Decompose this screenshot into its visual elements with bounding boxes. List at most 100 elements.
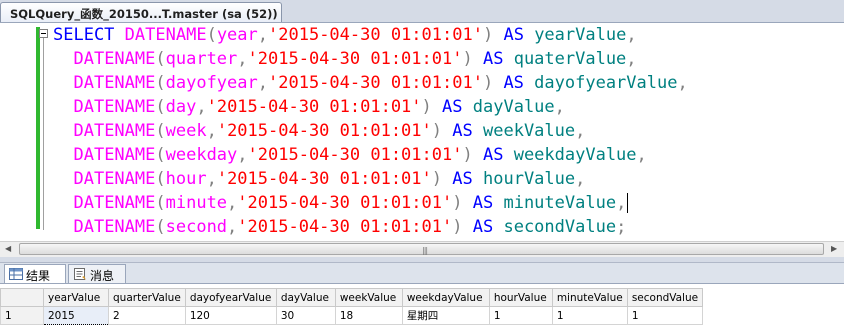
- column-header-hourvalue[interactable]: hourValue: [488, 288, 553, 307]
- comma: ,: [237, 145, 248, 165]
- line-end: ;: [616, 217, 627, 237]
- column-header-minutevalue[interactable]: minuteValue: [551, 288, 628, 307]
- paren-open: (: [155, 193, 166, 213]
- ssms-window: SQLQuery_函数_20150...T.master (sa (52)) S…: [0, 0, 844, 328]
- column-header-dayofyearvalue[interactable]: dayofyearValue: [184, 288, 277, 307]
- grid-cell-dayofyearvalue[interactable]: 120: [184, 306, 277, 325]
- line-end: ,: [616, 193, 627, 213]
- function-name: DATENAME: [73, 217, 156, 237]
- grid-cell-dayvalue[interactable]: 30: [275, 306, 336, 325]
- code-line-1: SELECT DATENAME(year,'2015-04-30 01:01:0…: [53, 23, 637, 47]
- column-alias: dayofyearValue: [534, 73, 678, 93]
- string-literal: '2015-04-30 01:01:01': [216, 169, 432, 189]
- messages-icon: [74, 268, 86, 280]
- row-number[interactable]: 1: [0, 306, 44, 325]
- results-grid-icon: [9, 268, 23, 280]
- grid-cell-yearvalue[interactable]: 2015: [43, 306, 109, 325]
- grid-cell-weekvalue[interactable]: 18: [334, 306, 403, 325]
- tab-results[interactable]: 结果: [4, 264, 66, 283]
- column-header-yearvalue[interactable]: yearValue: [43, 288, 109, 307]
- line-end: ,: [554, 97, 565, 117]
- tab-messages[interactable]: 消息: [68, 264, 126, 283]
- line-end: ,: [636, 145, 647, 165]
- datepart: day: [165, 97, 197, 117]
- datepart: minute: [165, 193, 228, 213]
- line-end: ,: [575, 121, 586, 141]
- code-line-9: DATENAME(second,'2015-04-30 01:01:01') A…: [53, 215, 626, 239]
- datepart: hour: [165, 169, 207, 189]
- paren-open: (: [155, 121, 166, 141]
- paren-open: (: [155, 97, 166, 117]
- paren-close: ): [462, 49, 473, 69]
- column-header-weekdayvalue[interactable]: weekdayValue: [401, 288, 490, 307]
- function-name: DATENAME: [124, 25, 207, 45]
- column-header-weekvalue[interactable]: weekValue: [334, 288, 403, 307]
- keyword-as: AS: [472, 217, 494, 237]
- column-alias: yearValue: [534, 25, 627, 45]
- function-name: DATENAME: [73, 145, 156, 165]
- keyword-as: AS: [503, 25, 524, 45]
- function-name: DATENAME: [73, 73, 156, 93]
- tab-results-label: 结果: [26, 269, 51, 283]
- scrollbar-thumb[interactable]: |||: [19, 243, 824, 255]
- column-alias: hourValue: [483, 169, 576, 189]
- scroll-right-arrow-icon[interactable]: ▶: [831, 244, 837, 253]
- comma: ,: [227, 193, 238, 213]
- grid-cell-quartervalue[interactable]: 2: [108, 306, 186, 325]
- code-line-6: DATENAME(weekday,'2015-04-30 01:01:01') …: [53, 143, 647, 167]
- datepart: week: [165, 121, 207, 141]
- code-line-2: DATENAME(quarter,'2015-04-30 01:01:01') …: [53, 47, 637, 71]
- paren-close: ): [482, 73, 494, 93]
- keyword-select: SELECT: [53, 25, 115, 45]
- datepart: weekday: [165, 145, 238, 165]
- results-grid-pane: yearValue quarterValue dayofyearValue da…: [0, 283, 844, 328]
- function-name: DATENAME: [73, 169, 156, 189]
- editor-horizontal-scrollbar[interactable]: ◀ ||| ▶: [0, 241, 844, 257]
- line-end: ,: [626, 25, 637, 45]
- line-end: ,: [677, 73, 688, 93]
- code-line-4: DATENAME(day,'2015-04-30 01:01:01') AS d…: [53, 95, 565, 119]
- line-end: ,: [626, 49, 637, 69]
- paren-close: ): [482, 25, 494, 45]
- change-tracking-bar: [36, 27, 40, 229]
- string-literal: '2015-04-30 01:01:01': [216, 121, 432, 141]
- column-alias: minuteValue: [503, 193, 617, 213]
- grid-cell-minutevalue[interactable]: 1: [551, 306, 628, 325]
- table-row[interactable]: 1 2015 2 120 30 18 星期四 1 1 1: [0, 306, 704, 325]
- query-document-tab-title: SQLQuery_函数_20150...T.master (sa (52)): [10, 7, 278, 21]
- query-document-tab[interactable]: SQLQuery_函数_20150...T.master (sa (52)): [0, 2, 282, 22]
- paren-open: (: [155, 169, 166, 189]
- code-line-8: DATENAME(minute,'2015-04-30 01:01:01') A…: [53, 191, 629, 215]
- grid-cell-hourvalue[interactable]: 1: [488, 306, 553, 325]
- string-literal: '2015-04-30 01:01:01': [247, 49, 463, 69]
- sql-editor[interactable]: SELECT DATENAME(year,'2015-04-30 01:01:0…: [0, 23, 844, 241]
- string-literal: '2015-04-30 01:01:01': [206, 97, 422, 117]
- text-caret: [627, 193, 629, 213]
- keyword-as: AS: [503, 73, 524, 93]
- column-alias: dayValue: [472, 97, 555, 117]
- results-grid[interactable]: yearValue quarterValue dayofyearValue da…: [0, 288, 704, 325]
- comma: ,: [227, 217, 238, 237]
- grid-cell-secondvalue[interactable]: 1: [626, 306, 704, 325]
- keyword-as: AS: [482, 145, 504, 165]
- keyword-as: AS: [472, 193, 494, 213]
- datepart: dayofyear: [165, 73, 258, 93]
- paren-open: (: [155, 49, 166, 69]
- datepart: year: [216, 25, 258, 45]
- string-literal: '2015-04-30 01:01:01': [237, 217, 453, 237]
- row-number-header[interactable]: [0, 288, 44, 307]
- column-header-quartervalue[interactable]: quarterValue: [108, 288, 186, 307]
- comma: ,: [237, 49, 248, 69]
- paren-close: ): [421, 97, 432, 117]
- code-line-5: DATENAME(week,'2015-04-30 01:01:01') AS …: [53, 119, 585, 143]
- column-header-dayvalue[interactable]: dayValue: [275, 288, 336, 307]
- column-alias: weekValue: [483, 121, 576, 141]
- tab-messages-label: 消息: [90, 269, 115, 283]
- column-header-secondvalue[interactable]: secondValue: [626, 288, 704, 307]
- keyword-as: AS: [452, 169, 473, 189]
- scroll-left-arrow-icon[interactable]: ◀: [5, 244, 11, 253]
- results-tab-strip: 结果 消息: [0, 263, 844, 283]
- paren-close: ): [431, 121, 443, 141]
- grid-cell-weekdayvalue[interactable]: 星期四: [401, 306, 490, 325]
- collapse-outline-icon[interactable]: [39, 29, 48, 38]
